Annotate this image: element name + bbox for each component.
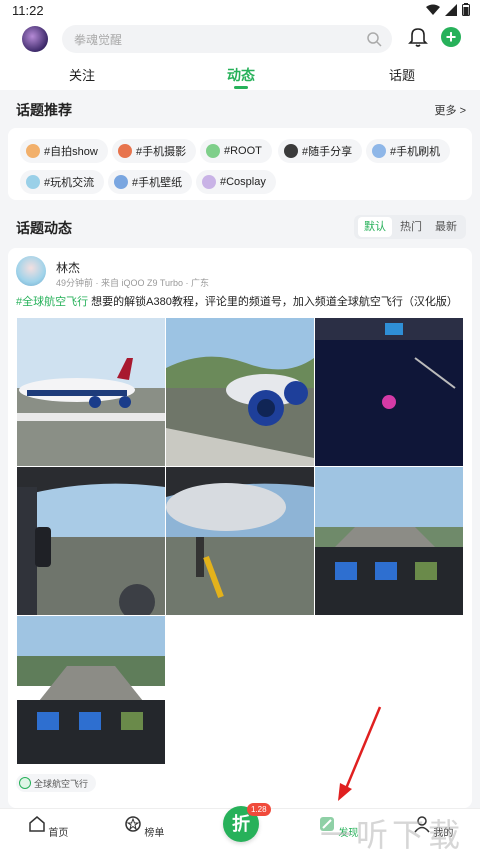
annotation-arrow-icon [338, 706, 382, 801]
search-placeholder: 拳魂觉醒 [74, 33, 123, 47]
post-image[interactable] [315, 467, 463, 615]
watermark: 一听下载 [320, 816, 465, 853]
search-input[interactable]: 拳魂觉醒 [62, 25, 392, 53]
nav-home[interactable]: 首页 [18, 813, 78, 839]
post-image[interactable] [166, 318, 314, 466]
post-image[interactable] [17, 616, 165, 764]
filter-default[interactable]: 默认 [358, 217, 392, 237]
post-image-thumbnail [315, 318, 463, 466]
topic-chip-icon [26, 144, 40, 158]
topic-feed-title: 话题动态 [16, 220, 72, 236]
post-topic-tag-label: 全球航空飞行 [34, 778, 89, 789]
tab-feed[interactable]: 动态 [227, 65, 255, 85]
topic-recommend-title: 话题推荐 [16, 102, 72, 118]
main-tabs: 关注 动态 话题 [0, 56, 480, 90]
topic-chip-icon [26, 175, 40, 189]
filter-hot[interactable]: 热门 [396, 217, 426, 237]
topic-chip[interactable]: #手机摄影 [112, 139, 197, 163]
topic-chip[interactable]: #玩机交流 [20, 170, 105, 194]
more-topics-link[interactable]: 更多 > [435, 102, 466, 118]
tab-topics[interactable]: 话题 [389, 65, 415, 84]
top-bar: 拳魂觉醒 + [0, 22, 480, 56]
post-image-thumbnail [166, 318, 314, 466]
topic-chip-label: #手机摄影 [136, 146, 187, 158]
status-time: 11:22 [12, 3, 44, 18]
post-text: #全球航空飞行 想要的解锁A380教程，评论里的频道号，加入频道全球航空飞行（汉… [16, 295, 468, 309]
user-avatar[interactable] [22, 26, 48, 52]
search-icon[interactable] [366, 31, 382, 47]
topic-chip[interactable]: #手机刷机 [366, 139, 451, 163]
topic-chip[interactable]: #手机壁纸 [108, 170, 193, 194]
topic-chip-icon [372, 144, 386, 158]
post-image-thumbnail [17, 616, 165, 764]
post-topic-link[interactable]: #全球航空飞行 [16, 296, 88, 308]
topic-chip-icon [202, 175, 216, 189]
topic-chip-icon [118, 144, 132, 158]
post-meta: 49分钟前 · 来自 iQOO Z9 Turbo · 广东 [56, 278, 210, 288]
topic-chip-label: #自拍show [44, 146, 98, 158]
topic-chip-label: #ROOT [224, 145, 262, 157]
topic-chip-label: #Cosplay [220, 176, 266, 188]
topic-chip[interactable]: #自拍show [20, 139, 108, 163]
add-post-button[interactable]: + [441, 27, 461, 47]
post-author-name[interactable]: 林杰 [56, 259, 80, 276]
topic-chip[interactable]: #Cosplay [196, 170, 276, 194]
wifi-icon [426, 4, 440, 15]
topic-chip-label: #手机刷机 [390, 146, 441, 158]
post-topic-tag[interactable]: 全球航空飞行 [16, 774, 97, 792]
post-image[interactable] [315, 318, 463, 466]
topic-chip-icon [206, 144, 220, 158]
home-icon [28, 816, 45, 832]
discount-badge: 1.28 [247, 803, 271, 816]
post-image[interactable] [17, 467, 165, 615]
battery-icon [462, 3, 470, 16]
nav-ranking[interactable]: 榜单 [114, 813, 174, 839]
post-image[interactable] [166, 467, 314, 615]
topic-chip-label: #随手分享 [302, 146, 353, 158]
topic-recommend-header: 话题推荐 更多 > [0, 90, 480, 126]
filter-latest[interactable]: 最新 [430, 217, 462, 237]
topic-chips-card: #自拍show #手机摄影 #ROOT #随手分享 #手机刷机 #玩机交流 #手… [8, 128, 472, 200]
post-card[interactable]: 林杰 49分钟前 · 来自 iQOO Z9 Turbo · 广东 #全球航空飞行… [8, 248, 472, 808]
post-image-thumbnail [315, 467, 463, 615]
post-image[interactable] [17, 318, 165, 466]
topic-chip-icon [284, 144, 298, 158]
active-tab-indicator [234, 86, 248, 89]
topic-chip[interactable]: #随手分享 [278, 139, 363, 163]
post-image-thumbnail [17, 467, 165, 615]
post-image-thumbnail [166, 467, 314, 615]
post-author-avatar[interactable] [16, 256, 46, 286]
topic-chip-icon [114, 175, 128, 189]
notification-bell-icon[interactable] [408, 26, 428, 48]
trophy-icon [124, 816, 141, 832]
status-bar: 11:22 [0, 0, 480, 22]
nav-home-label: 首页 [48, 828, 69, 839]
nav-discount-label: 折 [232, 814, 250, 834]
topic-hash-icon [19, 777, 31, 789]
topic-chip[interactable]: #ROOT [200, 139, 272, 163]
topic-chip-label: #玩机交流 [44, 177, 95, 189]
post-body: 想要的解锁A380教程，评论里的频道号，加入频道全球航空飞行（汉化版） [88, 296, 458, 308]
topic-chip-label: #手机壁纸 [132, 177, 183, 189]
status-icons [426, 3, 470, 16]
tab-follow[interactable]: 关注 [69, 65, 95, 84]
post-image-thumbnail [17, 318, 165, 466]
nav-ranking-label: 榜单 [144, 828, 165, 839]
signal-icon [445, 3, 457, 16]
